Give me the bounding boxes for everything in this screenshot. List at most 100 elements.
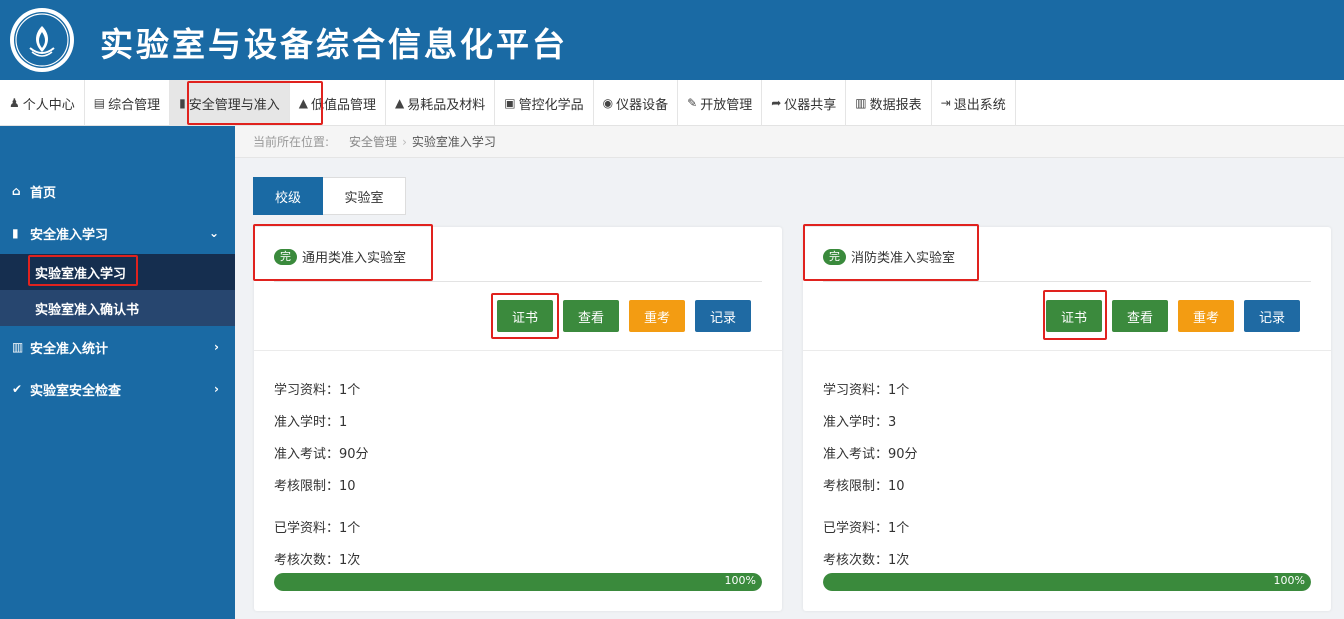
sidebar-item-stats[interactable]: ▥ 安全准入统计 › [0,326,235,368]
chevron-right-icon: › [214,382,219,396]
tab-lab[interactable]: 实验室 [323,177,406,215]
complete-badge: 完 [823,248,846,265]
progress-fill [823,573,1311,591]
nav-label: 综合管理 [108,97,161,113]
complete-badge: 完 [274,248,297,265]
sidebar-label: 实验室安全检查 [30,383,122,399]
learned-materials: 已学资料：1个 [823,521,910,536]
nav-label: 安全管理与准入 [188,97,280,113]
nav-controlled-chemicals[interactable]: ▣ 管控化学品 [495,80,594,126]
nav-personal-center[interactable]: ♟ 个人中心 [0,80,85,126]
sidebar-label: 实验室准入学习 [35,266,127,282]
header: 实验室与设备综合信息化平台 [0,0,1344,80]
view-button[interactable]: 查看 [1112,300,1168,332]
share-icon: ➦ [771,96,782,110]
view-button[interactable]: 查看 [563,300,619,332]
certificate-button[interactable]: 证书 [1046,300,1102,332]
book-icon: ▮ [12,226,19,240]
logout-icon: ⇥ [940,96,951,110]
university-logo[interactable] [10,8,74,72]
sidebar-label: 安全准入学习 [30,227,109,243]
edit-icon: ✎ [687,96,698,110]
chevron-right-icon: › [402,134,407,149]
divider [803,350,1331,351]
flask-icon: ▲ [395,96,405,110]
nav-label: 个人中心 [22,97,75,113]
divider [254,350,782,351]
sidebar-label: 安全准入统计 [30,341,109,357]
nav-instrument-sharing[interactable]: ➦ 仪器共享 [762,80,847,126]
progress-bar: 100% [823,573,1311,591]
card-title[interactable]: 完 通用类准入实验室 [274,247,406,266]
top-navigation: ♟ 个人中心 ▤ 综合管理 ▮ 安全管理与准入 ▲ 低值品管理 ▲ 易耗品及材料 ▣ 管控化… [0,80,1344,126]
attempt-count: 考核次数：1次 [274,553,361,568]
sidebar-label: 实验室准入确认书 [35,302,140,318]
nav-label: 退出系统 [953,97,1006,113]
card-title-text: 通用类准入实验室 [302,251,407,266]
nav-consumables[interactable]: ▲ 易耗品及材料 [386,80,496,126]
nav-open-management[interactable]: ✎ 开放管理 [678,80,763,126]
progress-bar: 100% [274,573,762,591]
bar-chart-icon: ▥ [12,340,24,354]
nav-equipment[interactable]: ◉ 仪器设备 [594,80,679,126]
course-card: 完 消防类准入实验室 证书 查看 重考 记录 学习资料：1个 准入学时：3 准入… [803,227,1331,611]
exam-score: 准入考试：90分 [823,447,918,462]
breadcrumb-current: 实验室准入学习 [411,135,496,149]
nav-low-value-items[interactable]: ▲ 低值品管理 [290,80,387,126]
study-hours: 准入学时：3 [823,415,897,430]
nav-label: 低值品管理 [311,97,377,113]
sidebar: ⌂ 首页 ▮ 安全准入学习 ⌄ 实验室准入学习 实验室准入确认书 ▥ 安全准入统计 › ✔… [0,126,235,619]
certificate-button[interactable]: 证书 [497,300,553,332]
nav-label: 管控化学品 [518,97,584,113]
user-icon: ♟ [9,96,20,110]
list-icon: ▣ [504,96,516,110]
breadcrumb: 当前所在位置: 安全管理 › 实验室准入学习 [235,126,1344,158]
records-button[interactable]: 记录 [1244,300,1300,332]
chart-icon: ▥ [855,96,867,110]
book-icon: ▮ [179,96,186,110]
home-icon: ⌂ [12,184,21,198]
nav-label: 易耗品及材料 [407,97,486,113]
android-icon: ◉ [602,96,614,110]
sidebar-item-safety-learning[interactable]: ▮ 安全准入学习 ⌄ [0,212,235,254]
chevron-down-icon: ⌄ [208,226,219,240]
progress-label: 100% [724,574,756,587]
sidebar-label: 首页 [30,185,57,201]
course-card: 完 通用类准入实验室 证书 查看 重考 记录 学习资料：1个 准入学时：1 准入… [254,227,782,611]
card-title-text: 消防类准入实验室 [851,251,956,266]
tab-bar: 校级 实验室 [253,177,406,215]
records-button[interactable]: 记录 [695,300,751,332]
progress-fill [274,573,762,591]
materials-count: 学习资料：1个 [823,383,910,398]
sidebar-item-lab-learning[interactable]: 实验室准入学习 [0,254,235,290]
exam-score: 准入考试：90分 [274,447,369,462]
sidebar-item-inspection[interactable]: ✔ 实验室安全检查 › [0,368,235,410]
divider [823,281,1311,282]
flask-icon: ▲ [298,96,308,110]
breadcrumb-link[interactable]: 安全管理 [349,133,397,150]
learned-materials: 已学资料：1个 [274,521,361,536]
nav-label: 仪器共享 [784,97,837,113]
materials-count: 学习资料：1个 [274,383,361,398]
nav-data-reports[interactable]: ▥ 数据报表 [846,80,932,126]
nav-safety-management[interactable]: ▮ 安全管理与准入 [170,80,290,126]
sidebar-item-lab-confirm[interactable]: 实验室准入确认书 [0,290,235,326]
retake-button[interactable]: 重考 [1178,300,1234,332]
sidebar-item-home[interactable]: ⌂ 首页 [0,170,235,212]
breadcrumb-prefix: 当前所在位置: [253,135,330,149]
card-title[interactable]: 完 消防类准入实验室 [823,247,955,266]
attempt-count: 考核次数：1次 [823,553,910,568]
attempt-limit: 考核限制：10 [823,479,905,494]
check-icon: ✔ [12,382,23,396]
study-hours: 准入学时：1 [274,415,348,430]
nav-general-management[interactable]: ▤ 综合管理 [85,80,171,126]
nav-label: 仪器设备 [616,97,669,113]
tab-school[interactable]: 校级 [253,177,323,215]
divider [274,281,762,282]
nav-label: 开放管理 [700,97,753,113]
document-icon: ▤ [93,96,106,110]
retake-button[interactable]: 重考 [629,300,685,332]
site-title: 实验室与设备综合信息化平台 [100,25,568,64]
nav-logout[interactable]: ⇥ 退出系统 [932,80,1016,126]
chevron-right-icon: › [214,340,219,354]
